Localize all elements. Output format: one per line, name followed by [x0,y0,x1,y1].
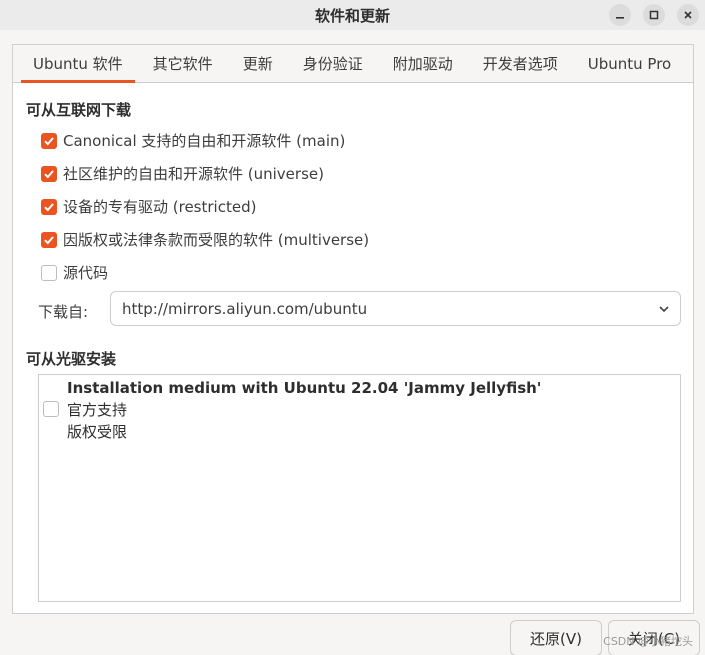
checkbox-universe[interactable] [41,165,57,182]
tab-developer-options[interactable]: 开发者选项 [471,45,570,82]
option-universe[interactable]: 社区维护的自由和开源软件 (universe) [41,163,324,184]
maximize-icon [649,10,659,20]
option-universe-label: 社区维护的自由和开源软件 (universe) [63,165,324,183]
download-server-dropdown[interactable]: http://mirrors.aliyun.com/ubuntu [110,291,681,326]
checkbox-restricted[interactable] [41,198,57,215]
checkmark-icon [44,202,54,211]
minimize-button[interactable] [609,4,631,26]
minimize-icon [616,17,624,19]
checkmark-icon [44,235,54,244]
checkmark-icon [44,169,54,178]
cdrom-section-heading: 可从光驱安装 [26,350,117,368]
tab-authentication[interactable]: 身份验证 [291,45,375,82]
maximize-button[interactable] [643,4,665,26]
checkbox-main[interactable] [41,132,57,149]
tab-bar: Ubuntu 软件 其它软件 更新 身份验证 附加驱动 开发者选项 Ubuntu… [13,45,693,83]
tab-notebook: Ubuntu 软件 其它软件 更新 身份验证 附加驱动 开发者选项 Ubuntu… [12,44,694,614]
tab-additional-drivers[interactable]: 附加驱动 [381,45,465,82]
chevron-down-icon [659,306,669,313]
cdrom-item-restriction: 版权受限 [67,423,128,441]
close-button[interactable] [677,4,699,26]
checkmark-icon [44,136,54,145]
tab-updates[interactable]: 更新 [231,45,285,82]
cdrom-item-support: 官方支持 [67,401,128,419]
checkbox-multiverse[interactable] [41,231,57,248]
tab-other-software[interactable]: 其它软件 [141,45,225,82]
tab-ubuntu-software[interactable]: Ubuntu 软件 [21,45,135,83]
tab-ubuntu-pro[interactable]: Ubuntu Pro [576,45,683,82]
watermark: CSDN @小猪坨头 [603,635,693,648]
close-icon [684,11,692,19]
option-restricted-label: 设备的专有驱动 (restricted) [63,198,257,216]
option-source-code[interactable]: 源代码 [41,262,108,283]
option-main[interactable]: Canonical 支持的自由和开源软件 (main) [41,130,345,151]
download-server-value: http://mirrors.aliyun.com/ubuntu [122,299,368,318]
option-multiverse-label: 因版权或法律条款而受限的软件 (multiverse) [63,231,370,249]
download-from-label: 下载自: [38,303,89,321]
option-main-label: Canonical 支持的自由和开源软件 (main) [63,132,346,150]
window-title: 软件和更新 [314,6,390,25]
internet-section-heading: 可从互联网下载 [26,101,132,119]
cdrom-list: Installation medium with Ubuntu 22.04 'J… [38,374,681,602]
cdrom-item-name: Installation medium with Ubuntu 22.04 'J… [67,379,542,397]
option-restricted[interactable]: 设备的专有驱动 (restricted) [41,196,256,217]
revert-button[interactable]: 还原(V) [510,620,602,655]
option-source-code-label: 源代码 [63,264,109,282]
checkbox-cdrom[interactable] [43,401,59,417]
title-bar: 软件和更新 [0,0,705,30]
option-multiverse[interactable]: 因版权或法律条款而受限的软件 (multiverse) [41,229,369,250]
checkbox-source-code[interactable] [41,264,57,281]
